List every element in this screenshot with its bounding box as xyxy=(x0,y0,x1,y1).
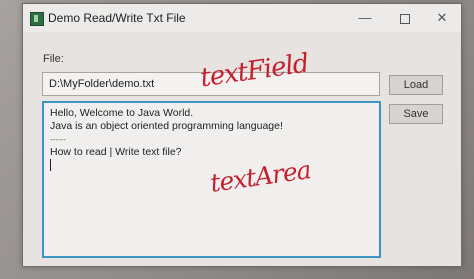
text-line-1: Hello, Welcome to Java World. xyxy=(50,107,194,119)
close-button[interactable]: ✕ xyxy=(428,8,456,28)
title-bar[interactable]: Demo Read/Write Txt File — ✕ xyxy=(23,4,461,32)
minimize-button[interactable]: — xyxy=(351,8,379,28)
minimize-icon: — xyxy=(358,10,372,25)
load-button[interactable]: Load xyxy=(389,75,443,95)
text-line-3: ------ xyxy=(50,135,66,144)
text-line-4: How to read | Write text file? xyxy=(50,146,182,158)
close-icon: ✕ xyxy=(436,10,448,25)
java-app-icon xyxy=(30,12,44,26)
file-label: File: xyxy=(43,53,64,65)
save-button[interactable]: Save xyxy=(389,104,443,124)
window-title: Demo Read/Write Txt File xyxy=(48,11,186,25)
photo-background: Demo Read/Write Txt File — ✕ File: D:\My… xyxy=(0,0,474,279)
text-line-2: Java is an object oriented programming l… xyxy=(50,120,283,132)
maximize-icon xyxy=(400,13,410,24)
app-window: Demo Read/Write Txt File — ✕ File: D:\My… xyxy=(22,3,462,267)
maximize-button[interactable] xyxy=(391,8,419,28)
